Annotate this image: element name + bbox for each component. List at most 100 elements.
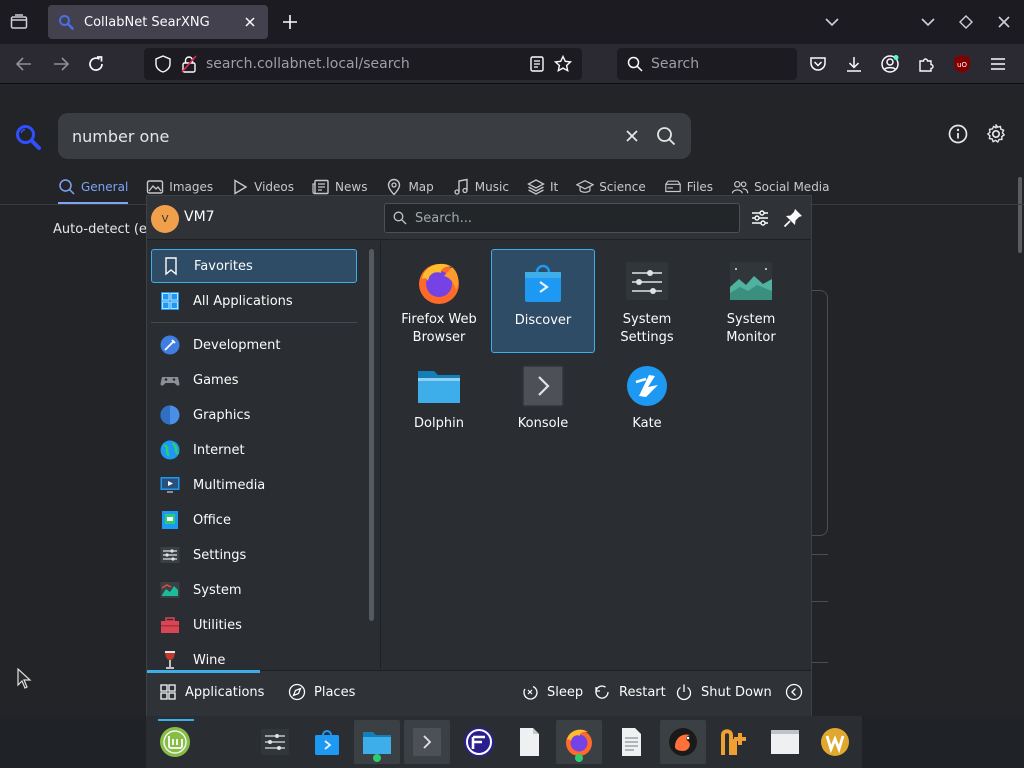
category-internet[interactable]: Internet	[151, 433, 357, 467]
avatar[interactable]: V	[151, 205, 179, 233]
shutdown-button[interactable]: Shut Down	[675, 683, 772, 701]
lock-warning-icon[interactable]	[180, 55, 198, 73]
download-icon[interactable]	[844, 54, 864, 74]
browser-tab-active[interactable]: CollabNet SearXNG	[48, 5, 268, 39]
query-input[interactable]	[72, 126, 609, 146]
account-icon[interactable]	[880, 54, 900, 74]
discover-icon	[315, 730, 339, 755]
taskbar-notepad-plus[interactable]	[712, 720, 758, 764]
new-tab-button[interactable]	[280, 12, 300, 32]
tab-files[interactable]: Files	[664, 178, 713, 196]
gear-icon[interactable]	[985, 123, 1007, 145]
result-divider	[810, 601, 828, 602]
url-bar[interactable]: search.collabnet.local/search	[144, 48, 582, 80]
app-system-settings[interactable]: System Settings	[595, 249, 699, 353]
ublock-origin-icon[interactable]: uO	[952, 54, 972, 74]
tab-news[interactable]: News	[312, 178, 367, 196]
clear-icon[interactable]	[621, 125, 643, 147]
tab-list-button[interactable]	[8, 12, 30, 32]
favorites-grid: Firefox Web Browser Discover System Sett…	[387, 241, 811, 669]
places-tab-button[interactable]: Places	[288, 683, 355, 701]
tab-general[interactable]: General	[58, 178, 128, 196]
maximize-diamond-icon[interactable]	[956, 12, 976, 32]
category-system[interactable]: System	[151, 573, 357, 607]
mint-logo-icon	[160, 727, 190, 757]
tab-images[interactable]: Images	[146, 178, 213, 196]
url-text[interactable]: search.collabnet.local/search	[206, 56, 520, 72]
launcher-footer: Applications Places Sleep Restart Shut D…	[147, 670, 811, 716]
info-icon[interactable]	[947, 123, 969, 145]
app-kate[interactable]: Kate	[595, 353, 699, 457]
settings-icon	[160, 547, 180, 563]
close-window-icon[interactable]	[994, 12, 1014, 32]
taskbar-document[interactable]	[506, 720, 552, 764]
launcher-search-input[interactable]	[415, 210, 731, 226]
app-firefox[interactable]: Firefox Web Browser	[387, 249, 491, 353]
tab-map[interactable]: Map	[385, 178, 434, 196]
hamburger-menu-icon[interactable]	[988, 54, 1008, 74]
pin-icon[interactable]	[781, 206, 805, 230]
category-graphics[interactable]: Graphics	[151, 398, 357, 432]
sleep-button[interactable]: Sleep	[521, 683, 583, 701]
extensions-puzzle-icon[interactable]	[916, 54, 936, 74]
category-office[interactable]: Office	[151, 503, 357, 537]
chevron-down-icon[interactable]	[822, 12, 842, 32]
browser-search-input[interactable]	[651, 56, 781, 72]
category-all-applications[interactable]: All Applications	[151, 284, 357, 318]
taskbar-fluent-app[interactable]	[456, 720, 502, 764]
tab-music[interactable]: Music	[452, 178, 509, 196]
category-settings[interactable]: Settings	[151, 538, 357, 572]
configure-sliders-icon[interactable]	[748, 206, 772, 230]
tab-social-media[interactable]: Social Media	[731, 178, 830, 196]
page-scrollbar[interactable]	[1018, 177, 1022, 253]
bookmark-star-icon[interactable]	[554, 55, 572, 73]
browser-search-bar[interactable]	[617, 48, 797, 80]
reader-view-icon[interactable]	[528, 55, 546, 73]
searxng-search-box[interactable]	[58, 113, 691, 159]
reload-button[interactable]	[86, 54, 106, 74]
app-discover[interactable]: Discover	[491, 249, 595, 353]
taskbar-dolphin[interactable]	[354, 720, 400, 764]
tab-label: News	[335, 180, 368, 194]
pocket-icon[interactable]	[808, 54, 828, 74]
taskbar-system-settings[interactable]	[252, 720, 298, 764]
app-konsole[interactable]: Konsole	[491, 353, 595, 457]
tab-science[interactable]: Science	[576, 178, 646, 196]
restart-icon	[595, 685, 609, 699]
taskbar-text-editor[interactable]	[608, 720, 654, 764]
searxng-logo-icon[interactable]	[14, 123, 42, 151]
launcher-search-field[interactable]	[384, 203, 740, 233]
category-development[interactable]: Development	[151, 328, 357, 362]
app-launcher-button[interactable]	[152, 720, 198, 764]
search-icon[interactable]	[655, 125, 677, 147]
taskbar-window[interactable]	[762, 720, 808, 764]
taskbar-konsole[interactable]	[404, 720, 450, 764]
tab-videos[interactable]: Videos	[231, 178, 294, 196]
app-dolphin[interactable]: Dolphin	[387, 353, 491, 457]
category-utilities[interactable]: Utilities	[151, 608, 357, 642]
category-wine[interactable]: Wine	[151, 643, 357, 669]
taskbar-firefox[interactable]	[556, 720, 602, 764]
category-scrollbar[interactable]	[369, 249, 374, 621]
tab-it[interactable]: It	[527, 178, 558, 196]
shield-icon[interactable]	[154, 55, 172, 73]
people-icon	[731, 181, 749, 194]
category-favorites[interactable]: Favorites	[151, 249, 357, 283]
taskbar-discover[interactable]	[304, 720, 350, 764]
tab-label: General	[81, 180, 129, 194]
category-label: Development	[193, 337, 281, 353]
taskbar-wps-app[interactable]	[812, 720, 858, 764]
category-multimedia[interactable]: Multimedia	[151, 468, 357, 502]
tab-close-icon[interactable]	[242, 14, 258, 30]
category-games[interactable]: Games	[151, 363, 357, 397]
app-system-monitor[interactable]: System Monitor	[699, 249, 803, 353]
back-button[interactable]	[14, 54, 34, 74]
applications-tab-button[interactable]: Applications	[159, 683, 264, 701]
language-auto-detect[interactable]: Auto-detect (en	[53, 222, 155, 237]
minimize-chevron-icon[interactable]	[918, 12, 938, 32]
restart-label: Restart	[619, 684, 666, 700]
forward-button[interactable]	[51, 54, 71, 74]
taskbar-thunderbird[interactable]	[660, 720, 706, 764]
restart-button[interactable]: Restart	[593, 683, 666, 701]
leave-menu-button[interactable]	[785, 683, 803, 701]
